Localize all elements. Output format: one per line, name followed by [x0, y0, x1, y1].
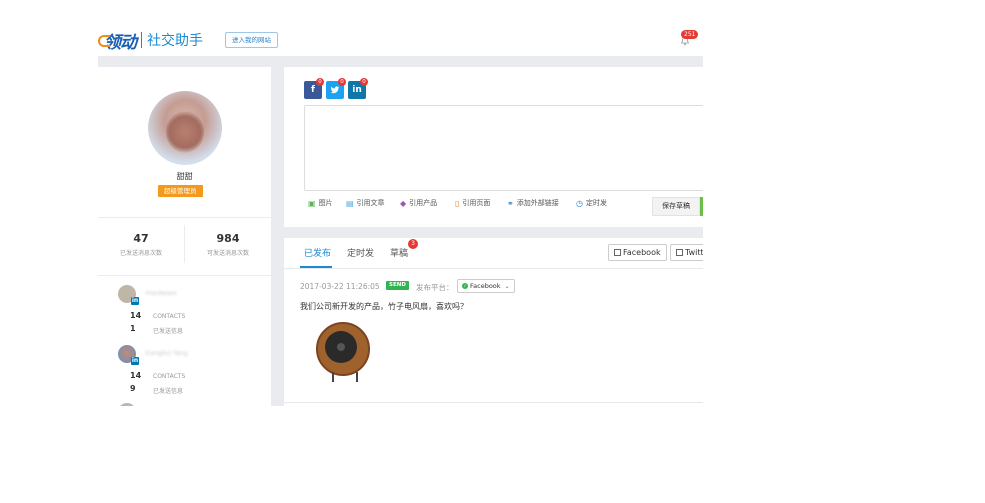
image-icon: ▣ — [308, 198, 316, 208]
contact-count-label: CONTACTS — [153, 373, 186, 380]
post-composer: f 0 0 in 0 ▣ 图片 ▤ 引用文章 ◆ 引用产品 ▯ 引用页面 ⚭ 添加外部链接… — [284, 67, 703, 227]
check-icon: ✓ — [462, 283, 468, 289]
app-window: 领动 社交助手 进入我的网站 251 甜甜 超级管理员 47 已发送消息次数 9… — [98, 22, 703, 406]
notification-badge: 251 — [681, 30, 699, 39]
linkedin-count: 0 — [360, 78, 368, 86]
contact-count-label: CONTACTS — [153, 313, 186, 320]
contact-sent-label: 已发送信息 — [153, 388, 184, 395]
profile-panel: 甜甜 超级管理员 47 已发送消息次数 984 可发送消息次数 in rHard… — [98, 67, 271, 406]
divider — [98, 217, 271, 218]
contact-name: rHardware — [145, 290, 177, 297]
status-badge: SEND — [386, 281, 409, 290]
stat-sent: 47 已发送消息次数 — [98, 232, 184, 257]
contact-count: 14 — [130, 371, 142, 380]
logo-mark: 领动 — [98, 28, 137, 53]
tab-drafts[interactable]: 草稿 — [390, 246, 408, 259]
divider — [98, 275, 271, 276]
logo-text: 社交助手 — [147, 33, 203, 49]
contact-count: 14 — [130, 311, 142, 320]
tool-cite-page[interactable]: ▯ 引用页面 — [455, 198, 490, 208]
logo-divider — [141, 32, 142, 48]
tool-image[interactable]: ▣ 图片 — [308, 198, 333, 208]
checkbox-icon — [614, 249, 621, 256]
link-icon: ⚭ — [507, 198, 514, 208]
stat-available: 984 可发送消息次数 — [185, 232, 271, 257]
post-textarea[interactable] — [304, 105, 703, 191]
stat-available-value: 984 — [216, 232, 240, 245]
filter-twitter-label: Twitt — [685, 248, 703, 257]
tool-cite-page-label: 引用页面 — [462, 199, 491, 207]
stat-sent-value: 47 — [133, 232, 149, 245]
platform-label: 发布平台： — [416, 283, 454, 292]
tab-published[interactable]: 已发布 — [304, 246, 331, 259]
tool-cite-article[interactable]: ▤ 引用文章 — [346, 198, 385, 208]
fan-hub — [337, 343, 345, 351]
post-text: 我们公司新开发的产品，竹子电风扇，喜欢吗？ — [300, 302, 468, 311]
article-icon: ▤ — [346, 198, 354, 208]
fan-stand — [332, 372, 358, 382]
facebook-icon: f — [311, 85, 315, 95]
tool-add-link[interactable]: ⚭ 添加外部链接 — [507, 198, 559, 208]
username: 甜甜 — [176, 172, 193, 181]
stat-available-label: 可发送消息次数 — [206, 250, 249, 257]
clock-icon: ◷ — [576, 198, 583, 208]
filter-twitter[interactable]: Twitt — [670, 244, 703, 261]
linkedin-icon: in — [131, 357, 139, 365]
page-icon: ▯ — [455, 198, 460, 208]
save-draft-button[interactable]: 保存草稿 — [652, 197, 700, 216]
tool-schedule-label: 定时发 — [585, 199, 607, 207]
post-divider — [284, 402, 703, 403]
enter-site-button[interactable]: 进入我的网站 — [225, 32, 278, 48]
contact-sent: 9 — [130, 384, 136, 393]
stat-divider — [184, 225, 185, 263]
post-date: 2017-03-22 11:26:05 — [300, 282, 380, 291]
contact-sent: 1 — [130, 324, 136, 333]
logo[interactable]: 领动 社交助手 — [98, 28, 203, 53]
post-image[interactable] — [316, 322, 370, 384]
tabs-divider — [284, 268, 703, 269]
twitter-icon — [330, 86, 339, 94]
tool-schedule[interactable]: ◷ 定时发 — [576, 198, 607, 208]
avatar-face — [166, 111, 204, 153]
platform-dropdown[interactable]: ✓ Facebook ⌄ — [457, 279, 515, 293]
publish-button-edge[interactable] — [700, 197, 703, 216]
tool-cite-article-label: 引用文章 — [356, 199, 385, 207]
tab-scheduled[interactable]: 定时发 — [347, 246, 374, 259]
twitter-count: 0 — [338, 78, 346, 86]
linkedin-icon: in — [352, 85, 362, 95]
tool-add-link-label: 添加外部链接 — [516, 199, 559, 207]
tool-cite-product-label: 引用产品 — [409, 199, 438, 207]
contact-avatar — [118, 403, 136, 406]
product-icon: ◆ — [400, 198, 407, 208]
tool-image-label: 图片 — [318, 199, 333, 207]
platform-value: Facebook — [470, 282, 501, 290]
facebook-count: 0 — [316, 78, 324, 86]
drafts-badge: 3 — [408, 239, 418, 249]
stat-sent-label: 已发送消息次数 — [119, 250, 162, 257]
linkedin-icon: in — [131, 297, 139, 305]
checkbox-icon — [676, 249, 683, 256]
contact-name: Xianghui Yang — [145, 350, 188, 357]
filter-facebook[interactable]: Facebook — [608, 244, 667, 261]
contact-sent-label: 已发送信息 — [153, 328, 184, 335]
tool-cite-product[interactable]: ◆ 引用产品 — [400, 198, 437, 208]
top-bar: 领动 社交助手 进入我的网站 251 — [98, 22, 703, 56]
filter-facebook-label: Facebook — [623, 248, 661, 257]
chevron-down-icon: ⌄ — [504, 283, 510, 290]
post-feed: 已发布 定时发 草稿 3 Facebook Twitt 2017-03-22 1… — [284, 238, 703, 406]
role-badge: 超级管理员 — [158, 185, 203, 197]
